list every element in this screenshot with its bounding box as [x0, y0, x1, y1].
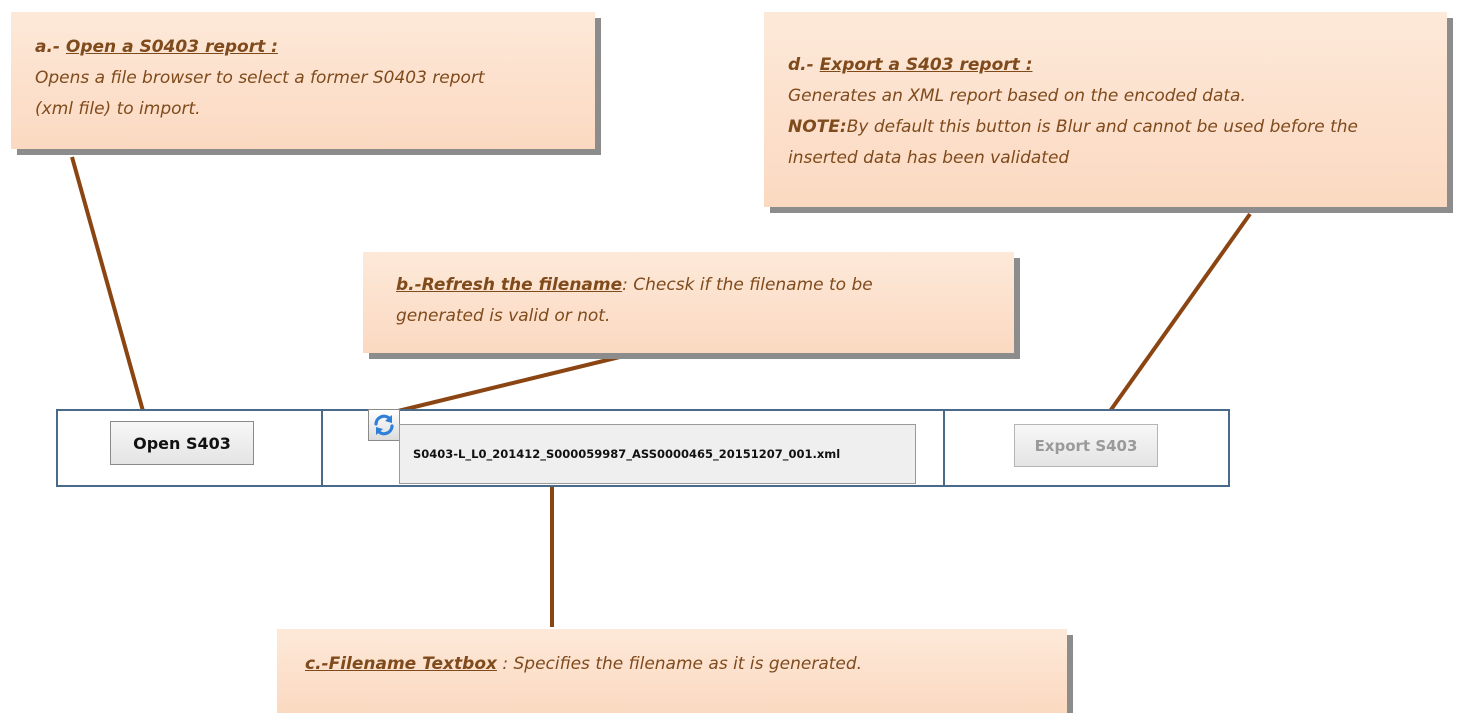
callout-refresh-filename-title: b.-Refresh the filename [396, 275, 623, 295]
callout-refresh-filename: b.-Refresh the filename: Checsk if the f… [363, 252, 1014, 353]
callout-refresh-filename-line-2: generated is valid or not. [396, 306, 611, 326]
open-s403-button[interactable]: Open S403 [110, 421, 254, 465]
refresh-icon [374, 414, 394, 436]
callout-open-report-line-2: (xml file) to import. [35, 99, 201, 119]
toolbar-separator [321, 411, 323, 485]
filename-textbox[interactable]: S0403-L_L0_201412_S000059987_ASS0000465_… [399, 424, 916, 484]
callout-filename-textbox: c.-Filename Textbox : Specifies the file… [277, 629, 1067, 713]
callout-export-report-note: NOTE:By default this button is Blur and … [788, 117, 1358, 137]
s403-toolbar: Open S403 S0403-L_L0_201412_S000059987_A… [56, 409, 1230, 487]
leader-line-a [70, 156, 145, 412]
callout-open-report-title: a.- Open a S0403 report : [35, 37, 278, 57]
callout-filename-textbox-title: c.-Filename Textbox [305, 654, 497, 674]
leader-line-b [397, 352, 633, 413]
leader-line-d [1101, 212, 1252, 423]
export-s403-button[interactable]: Export S403 [1014, 424, 1158, 467]
callout-export-report-title: d.- Export a S403 report : [788, 55, 1033, 75]
callout-open-report: a.- Open a S0403 report : Opens a file b… [11, 12, 595, 149]
toolbar-separator [943, 411, 945, 485]
callout-export-report-line-1: Generates an XML report based on the enc… [788, 86, 1246, 106]
callout-open-report-line-1: Opens a file browser to select a former … [35, 68, 485, 88]
callout-export-report: d.- Export a S403 report : Generates an … [764, 12, 1447, 207]
refresh-filename-button[interactable] [368, 409, 400, 441]
callout-export-report-line-3: inserted data has been validated [788, 148, 1070, 168]
